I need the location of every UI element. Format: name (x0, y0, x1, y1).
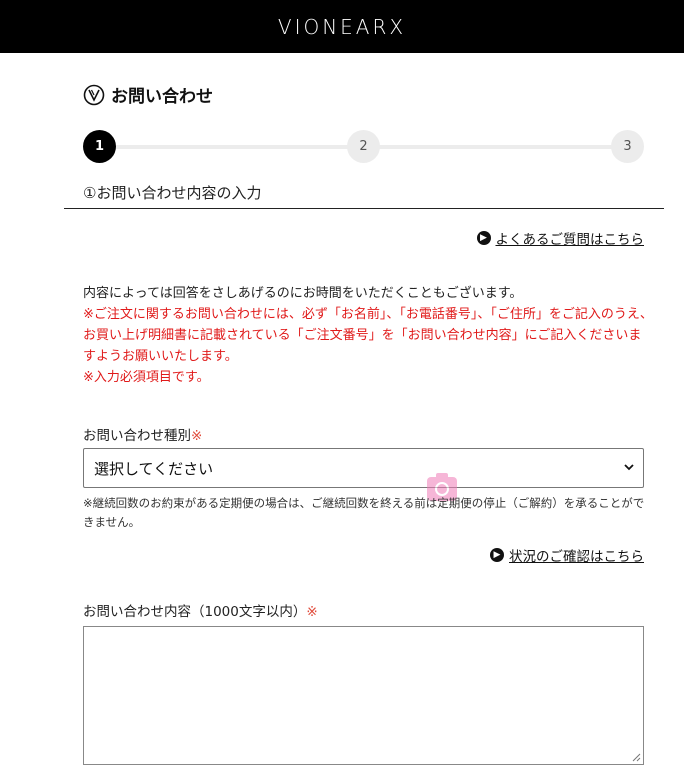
inquiry-type-select[interactable]: 選択してください (83, 448, 644, 488)
step-3: 3 (611, 130, 644, 163)
chevron-down-icon (624, 464, 634, 471)
faq-link[interactable]: ▶ よくあるご質問はこちら (476, 228, 645, 248)
brand-logo[interactable]: VIONEARX (278, 15, 406, 39)
chevron-right-icon: ▶ (490, 548, 504, 562)
required-mark: ※ (306, 604, 318, 620)
required-notice: ※入力必須項目です。 (83, 370, 210, 385)
order-notice: ※ご注文に関するお問い合わせには、必ず「お名前」、「お電話番号」、「ご住所」をご… (83, 307, 653, 364)
inquiry-type-label: お問い合わせ種別※ (83, 424, 202, 444)
inquiry-content-textarea[interactable] (83, 626, 644, 765)
info-line: 内容によっては回答をさしあげるのにお時間をいただくこともございます。 (83, 286, 523, 301)
required-mark: ※ (191, 428, 203, 444)
progress-stepper: 1 2 3 (83, 130, 645, 164)
step-2: 2 (347, 130, 380, 163)
faq-link-text[interactable]: よくあるご質問はこちら (496, 228, 645, 248)
status-link[interactable]: ▶ 状況のご確認はこちら (490, 545, 644, 565)
inquiry-content-label: お問い合わせ内容（1000文字以内）※ (83, 600, 318, 620)
chevron-right-icon: ▶ (476, 231, 491, 245)
subscription-note: ※継続回数のお約束がある定期便の場合は、ご継続回数を終える前は定期便の停止（ご解… (83, 496, 645, 529)
brand-v-icon (83, 84, 105, 105)
inquiry-type-label-text: お問い合わせ種別 (83, 428, 191, 444)
resize-handle-icon[interactable] (631, 752, 641, 762)
page-title-row: お問い合わせ (83, 82, 213, 107)
info-text: 内容によっては回答をさしあげるのにお時間をいただくこともございます。 ※ご注文に… (83, 283, 653, 388)
page-title: お問い合わせ (111, 87, 213, 107)
divider (64, 208, 664, 209)
site-header: VIONEARX (0, 0, 684, 53)
inquiry-content-label-text: お問い合わせ内容（1000文字以内） (83, 604, 307, 620)
status-link-text[interactable]: 状況のご確認はこちら (509, 545, 644, 565)
step-1: 1 (83, 130, 116, 163)
select-value: 選択してください (94, 459, 214, 478)
step-heading: ①お問い合わせ内容の入力 (83, 184, 262, 202)
